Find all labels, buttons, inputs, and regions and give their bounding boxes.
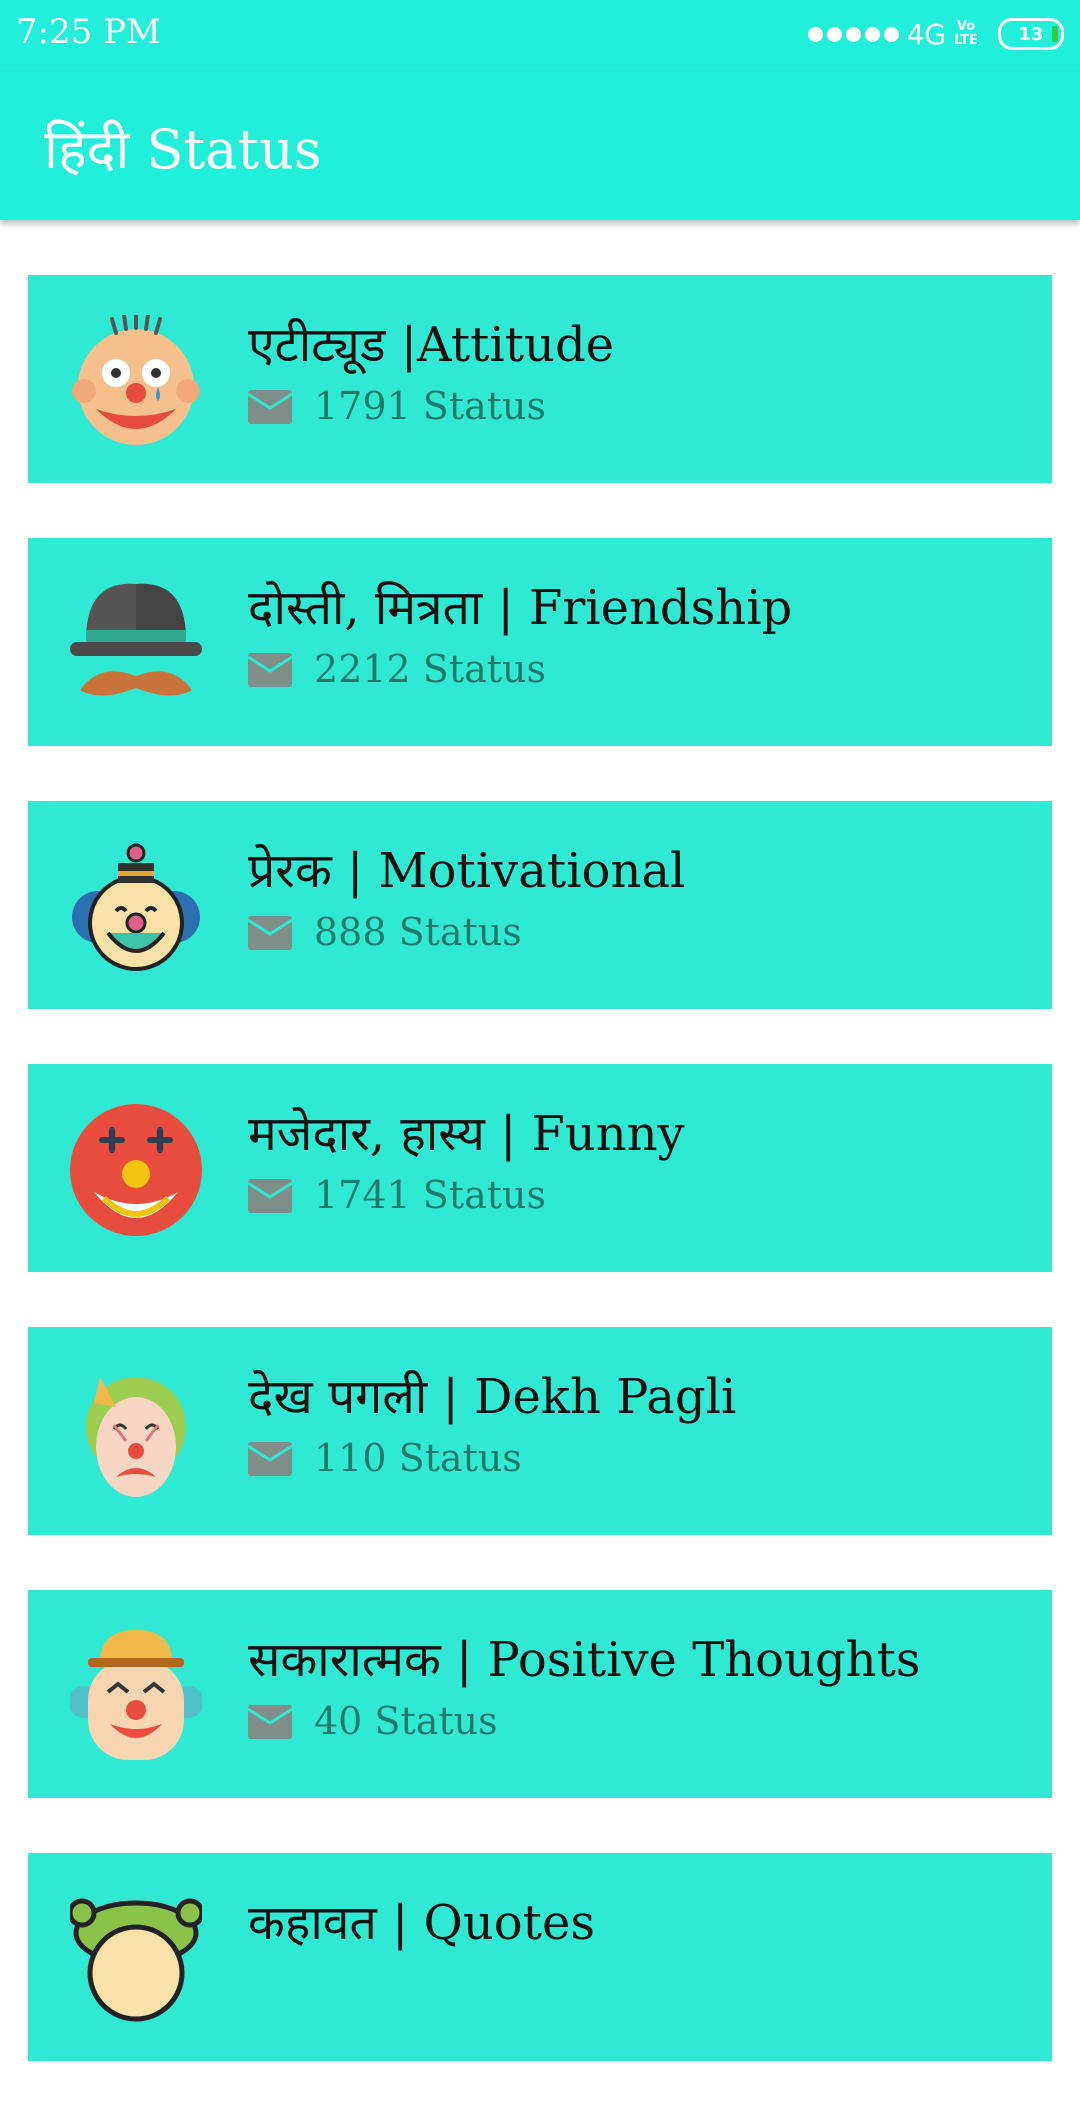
- category-card-motivational[interactable]: प्रेरक | Motivational 888 Status: [28, 801, 1052, 1009]
- category-text: दोस्ती, मित्रता | Friendship 2212 Status: [248, 574, 792, 691]
- category-card-dekh-pagli[interactable]: देख पगली | Dekh Pagli 110 Status: [28, 1327, 1052, 1535]
- category-count-row: 1791 Status: [248, 384, 614, 428]
- category-title: मजेदार, हास्य | Funny: [248, 1106, 685, 1162]
- category-title: सकारात्मक | Positive Thoughts: [248, 1632, 921, 1688]
- category-title: देख पगली | Dekh Pagli: [248, 1369, 737, 1425]
- category-text: मजेदार, हास्य | Funny 1741 Status: [248, 1100, 685, 1217]
- category-title: प्रेरक | Motivational: [248, 843, 686, 899]
- volte-icon: Vo LTE: [954, 19, 978, 48]
- category-card-quotes[interactable]: कहावत | Quotes: [28, 1853, 1052, 2061]
- sad-clown-icon: [86, 1377, 186, 1497]
- category-title: एटीट्यूड |Attitude: [248, 317, 615, 373]
- category-card-funny[interactable]: मजेदार, हास्य | Funny 1741 Status: [28, 1064, 1052, 1272]
- category-card-friendship[interactable]: दोस्ती, मित्रता | Friendship 2212 Status: [28, 538, 1052, 746]
- category-count-row: 2212 Status: [248, 647, 792, 691]
- battery-level: 13: [1018, 23, 1044, 45]
- status-time: 7:25 PM: [16, 12, 161, 52]
- category-card-attitude[interactable]: एटीट्यूड |Attitude 1791 Status: [28, 275, 1052, 483]
- clown-hat-icon: [72, 843, 200, 971]
- category-title: कहावत | Quotes: [248, 1895, 596, 1951]
- category-card-positive-thoughts[interactable]: सकारात्मक | Positive Thoughts 40 Status: [28, 1590, 1052, 1798]
- category-count: 110 Status: [314, 1436, 522, 1480]
- category-count-row: 1741 Status: [248, 1173, 685, 1217]
- battery-icon: 13: [998, 18, 1064, 50]
- smiling-clown-hat-icon: [70, 1630, 202, 1760]
- signal-strength-icon: [807, 26, 899, 42]
- green-hair-clown-icon: [70, 1898, 202, 2022]
- status-indicators: 4G Vo LTE 13: [807, 14, 1064, 54]
- category-count: 1791 Status: [314, 384, 546, 428]
- mail-icon: [248, 653, 292, 687]
- category-count: 888 Status: [314, 910, 522, 954]
- category-text: सकारात्मक | Positive Thoughts 40 Status: [248, 1626, 921, 1743]
- category-count: 2212 Status: [314, 647, 546, 691]
- category-count-row: 110 Status: [248, 1436, 736, 1480]
- red-clown-face-icon: [70, 1104, 202, 1236]
- network-type: 4G: [906, 17, 947, 51]
- status-bar: 7:25 PM 4G Vo LTE 13: [0, 0, 1080, 66]
- clown-face-blue-hair-icon: [72, 315, 200, 445]
- mail-icon: [248, 916, 292, 950]
- category-count: 1741 Status: [314, 1173, 546, 1217]
- category-count: 40 Status: [314, 1699, 498, 1743]
- category-count-row: 888 Status: [248, 910, 685, 954]
- mail-icon: [248, 1179, 292, 1213]
- category-text: एटीट्यूड |Attitude 1791 Status: [248, 311, 614, 428]
- category-list[interactable]: एटीट्यूड |Attitude 1791 Status दोस्ती, म…: [28, 275, 1052, 2116]
- app-title: हिंदी Status: [44, 118, 322, 181]
- mail-icon: [248, 1705, 292, 1739]
- mail-icon: [248, 1442, 292, 1476]
- app-bar: हिंदी Status: [0, 66, 1080, 220]
- category-count-row: 40 Status: [248, 1699, 921, 1743]
- category-text: प्रेरक | Motivational 888 Status: [248, 837, 685, 954]
- mail-icon: [248, 390, 292, 424]
- hat-mustache-icon: [70, 583, 202, 696]
- category-text: देख पगली | Dekh Pagli 110 Status: [248, 1363, 736, 1480]
- category-title: दोस्ती, मित्रता | Friendship: [248, 580, 793, 636]
- category-text: कहावत | Quotes: [248, 1889, 595, 1954]
